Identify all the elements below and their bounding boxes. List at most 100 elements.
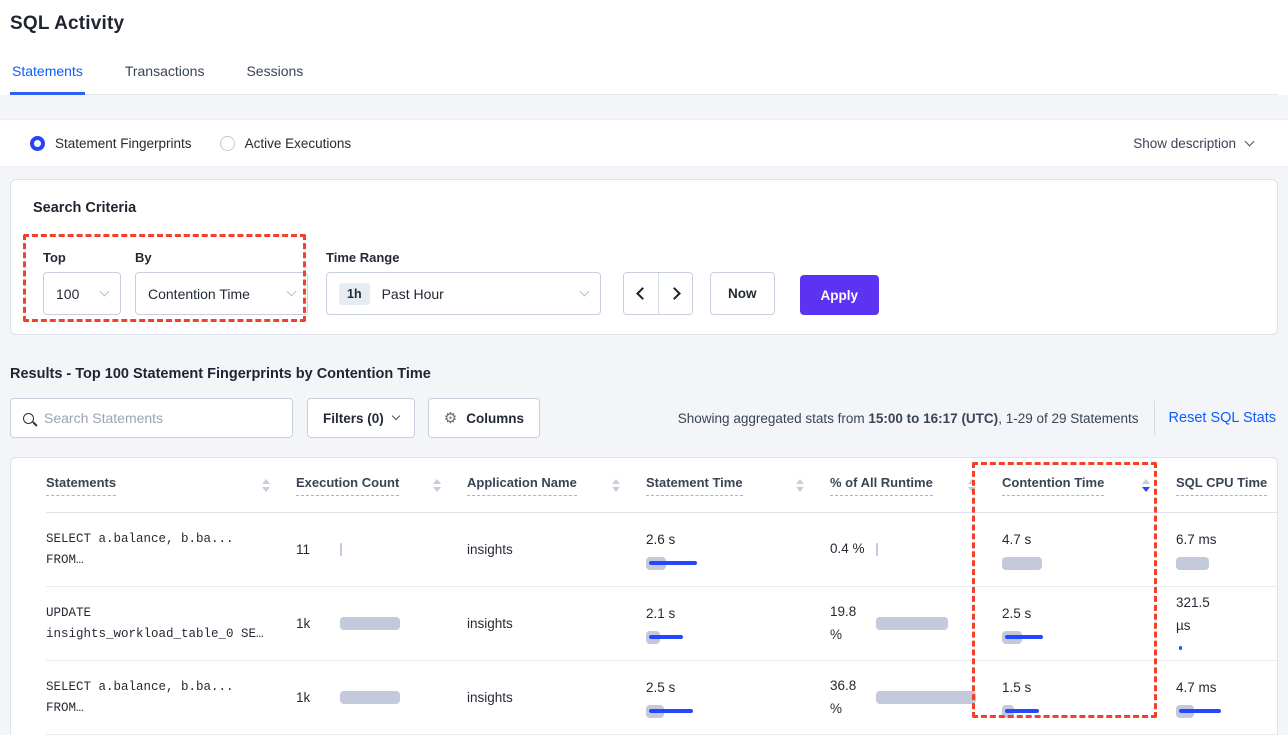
time-range-field: Time Range 1h Past Hour <box>308 250 601 315</box>
radio-unselected-icon[interactable] <box>220 136 235 151</box>
time-range-badge: 1h <box>339 283 370 305</box>
header-sql-cpu-time[interactable]: SQL CPU Time <box>1176 475 1278 496</box>
execution-count-cell: 1k <box>296 616 467 631</box>
time-nav-group <box>623 272 693 315</box>
table-row[interactable]: UPDATEinsights_workload_table_0 SE… 1k i… <box>46 587 1277 661</box>
stat-bar <box>1176 642 1278 655</box>
application-name-cell: insights <box>467 616 646 631</box>
filters-label: Filters (0) <box>323 411 384 426</box>
chevron-down-icon <box>100 287 110 297</box>
spacer <box>0 167 1288 179</box>
apply-button[interactable]: Apply <box>800 275 880 315</box>
sql-cpu-time-cell: 4.7 ms <box>1176 677 1278 717</box>
radio-active-executions[interactable]: Active Executions <box>220 136 352 151</box>
stats-range: 15:00 to 16:17 (UTC) <box>868 411 998 426</box>
statement-fingerprint[interactable]: UPDATEinsights_workload_table_0 SE… <box>46 603 296 644</box>
runtime-pct-cell: 0.4 % <box>830 538 1002 561</box>
statement-fingerprint[interactable]: SELECT a.balance, b.ba...FROM… <box>46 529 296 570</box>
statements-table-card: Statements Execution Count Application N… <box>10 457 1278 735</box>
results-heading: Results - Top 100 Statement Fingerprints… <box>10 366 1278 382</box>
prev-time-button[interactable] <box>624 273 658 314</box>
spacer <box>0 95 1288 119</box>
top-value: 100 <box>56 286 79 302</box>
tab-bar: Statements Transactions Sessions <box>10 63 1278 95</box>
header-execution-count[interactable]: Execution Count <box>296 475 467 496</box>
table-row[interactable]: SELECT a.balance, b.ba...FROM… 1k insigh… <box>46 661 1277 735</box>
stat-bar <box>1176 557 1278 570</box>
header-statement-time[interactable]: Statement Time <box>646 475 830 496</box>
sort-icon[interactable] <box>968 479 976 492</box>
chevron-left-icon <box>636 287 649 300</box>
header-runtime-pct[interactable]: % of All Runtime <box>830 475 1002 496</box>
contention-time-cell: 2.5 s <box>1002 603 1176 643</box>
search-criteria-card: Search Criteria Top 100 By Contention Ti… <box>10 179 1278 335</box>
stats-summary: Showing aggregated stats from 15:00 to 1… <box>678 411 1139 426</box>
stat-bar <box>1002 631 1176 644</box>
by-label: By <box>135 250 308 265</box>
sql-cpu-time-cell: 321.5 µs <box>1176 592 1278 655</box>
contention-time-cell: 4.7 s <box>1002 529 1176 569</box>
header-statements[interactable]: Statements <box>46 475 296 496</box>
statement-fingerprint[interactable]: SELECT a.balance, b.ba...FROM… <box>46 677 296 718</box>
next-time-button[interactable] <box>658 273 692 314</box>
execution-count-cell: 1k <box>296 690 467 705</box>
radio-label: Active Executions <box>245 136 352 151</box>
statement-time-cell: 2.1 s <box>646 603 830 643</box>
by-value: Contention Time <box>148 286 250 302</box>
view-toggle-band: Statement Fingerprints Active Executions… <box>0 119 1288 167</box>
contention-time-cell: 1.5 s <box>1002 677 1176 717</box>
time-range-label: Time Range <box>326 250 601 265</box>
sql-activity-page: SQL Activity Statements Transactions Ses… <box>0 0 1288 735</box>
sort-icon-active-desc[interactable] <box>1142 479 1150 492</box>
time-range-select[interactable]: 1h Past Hour <box>326 272 601 315</box>
topbar: SQL Activity Statements Transactions Ses… <box>0 0 1288 95</box>
show-description-label: Show description <box>1133 136 1236 151</box>
tab-sessions[interactable]: Sessions <box>244 63 305 94</box>
stat-bar <box>646 705 830 718</box>
runtime-pct-cell: 19.8 % <box>830 601 1002 647</box>
stat-bar <box>1176 705 1278 718</box>
search-criteria-heading: Search Criteria <box>33 200 1255 216</box>
reset-sql-stats-link[interactable]: Reset SQL Stats <box>1169 410 1276 426</box>
runtime-pct-cell: 36.8 % <box>830 675 1002 721</box>
chevron-down-icon <box>392 412 400 420</box>
header-contention-time[interactable]: Contention Time <box>1002 475 1176 496</box>
top-select[interactable]: 100 <box>43 272 121 315</box>
sort-icon[interactable] <box>796 479 804 492</box>
application-name-cell: insights <box>467 690 646 705</box>
chevron-down-icon <box>1245 136 1255 146</box>
chevron-right-icon <box>668 287 681 300</box>
columns-label: Columns <box>466 411 524 426</box>
radio-statement-fingerprints[interactable]: Statement Fingerprints <box>30 136 192 151</box>
sort-icon[interactable] <box>262 479 270 492</box>
table-row[interactable]: SELECT a.balance, b.ba...FROM… 11 insigh… <box>46 513 1277 587</box>
stat-bar <box>1002 705 1176 718</box>
stat-bar <box>646 631 830 644</box>
time-range-value: Past Hour <box>382 286 444 302</box>
search-input[interactable] <box>44 410 280 426</box>
filters-button[interactable]: Filters (0) <box>307 398 415 438</box>
tab-transactions[interactable]: Transactions <box>123 63 207 94</box>
table-header-row: Statements Execution Count Application N… <box>46 458 1277 513</box>
page-title: SQL Activity <box>10 13 1278 35</box>
sort-icon[interactable] <box>433 479 441 492</box>
application-name-cell: insights <box>467 542 646 557</box>
gear-icon: ⚙ <box>444 411 457 426</box>
radio-label: Statement Fingerprints <box>55 136 192 151</box>
search-statements-box[interactable] <box>10 398 293 438</box>
statement-time-cell: 2.5 s <box>646 677 830 717</box>
by-field: By Contention Time <box>121 250 308 315</box>
radio-selected-icon[interactable] <box>30 136 45 151</box>
statement-time-cell: 2.6 s <box>646 529 830 569</box>
header-application-name[interactable]: Application Name <box>467 475 646 496</box>
results-controls-row: Filters (0) ⚙ Columns Showing aggregated… <box>10 398 1278 438</box>
by-select[interactable]: Contention Time <box>135 272 308 315</box>
stat-bar <box>646 557 830 570</box>
now-button[interactable]: Now <box>710 272 775 315</box>
tab-statements[interactable]: Statements <box>10 63 85 95</box>
sort-icon[interactable] <box>612 479 620 492</box>
show-description-toggle[interactable]: Show description <box>1133 136 1253 151</box>
columns-button[interactable]: ⚙ Columns <box>428 398 540 438</box>
search-icon <box>23 413 34 424</box>
criteria-fields-row: Top 100 By Contention Time Time Range 1h… <box>33 250 1255 315</box>
